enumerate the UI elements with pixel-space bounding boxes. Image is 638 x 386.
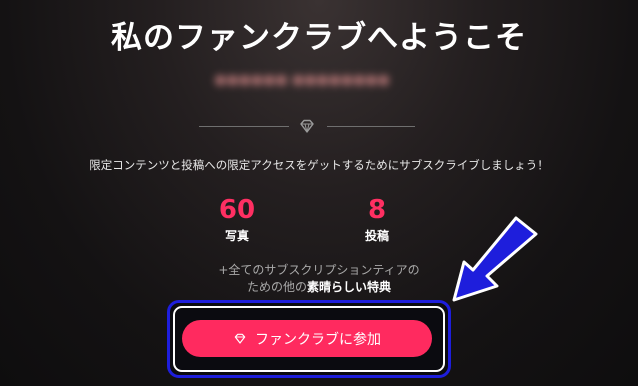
divider-left: [199, 126, 289, 127]
annotation-arrow-icon: [452, 216, 538, 302]
benefit-highlight: 素晴らしい特典: [307, 280, 392, 294]
benefit-line-2-prefix: ための他の: [246, 280, 307, 294]
join-fanclub-button[interactable]: ファンクラブに参加: [182, 320, 432, 357]
stat-photos: 60 写真: [197, 195, 277, 244]
join-fanclub-label: ファンクラブに参加: [255, 331, 381, 348]
stat-photos-value: 60: [218, 195, 256, 225]
divider-right: [327, 126, 415, 127]
fanclub-page: 私のファンクラブへようこそ ●●●●●● ●●●●●●●● 限定コンテンツと投稿…: [0, 0, 638, 386]
stat-posts-label: 投稿: [364, 229, 389, 243]
gem-icon: [234, 333, 246, 344]
stat-photos-label: 写真: [224, 229, 249, 243]
page-title: 私のファンクラブへようこそ: [111, 20, 527, 56]
gem-icon: [300, 119, 314, 133]
stat-posts-value: 8: [367, 195, 387, 225]
blurred-subtitle: ●●●●●● ●●●●●●●●: [214, 72, 390, 88]
stat-posts: 8 投稿: [337, 195, 417, 244]
subscribe-description: 限定コンテンツと投稿への限定アクセスをゲットするためにサブスクライブしましょう！: [89, 158, 549, 172]
